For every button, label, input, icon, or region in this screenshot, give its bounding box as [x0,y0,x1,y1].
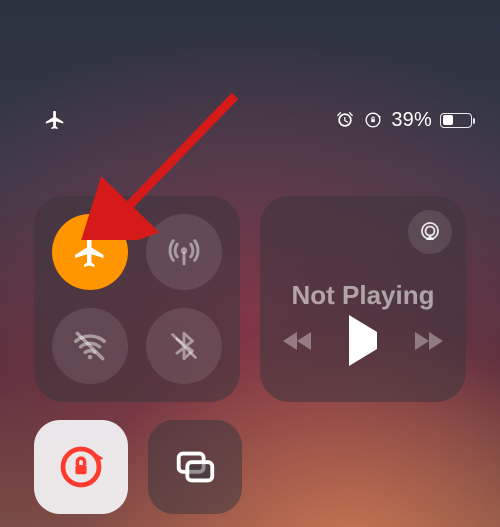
connectivity-tile[interactable] [34,196,240,402]
status-right: 39% [335,109,472,132]
airplay-icon [418,220,442,244]
control-center-panels: Not Playing [34,196,466,402]
battery-icon [440,113,472,128]
orientation-lock-button[interactable] [34,420,128,514]
rewind-button[interactable] [281,329,315,353]
play-icon [349,315,377,366]
battery-fill [443,115,453,125]
bluetooth-button[interactable] [146,308,222,384]
play-button[interactable] [349,332,377,350]
wifi-button[interactable] [52,308,128,384]
media-title: Not Playing [278,280,448,311]
status-bar: 39% [0,105,500,135]
forward-button[interactable] [411,329,445,353]
status-left [44,109,66,131]
airplay-button[interactable] [408,210,452,254]
screen-mirroring-icon [172,444,218,490]
airplane-mode-button[interactable] [52,214,128,290]
rotation-lock-status-icon [363,110,383,130]
airplane-icon [44,109,66,131]
screen-mirroring-button[interactable] [148,420,242,514]
media-tile[interactable]: Not Playing [260,196,466,402]
cellular-data-button[interactable] [146,214,222,290]
battery-percent-text: 39% [391,109,432,132]
bottom-row [34,420,242,514]
alarm-icon [335,110,355,130]
cellular-icon [166,234,202,270]
wifi-off-icon [71,327,109,365]
rotation-lock-icon [57,443,105,491]
media-controls [278,329,448,353]
bluetooth-off-icon [167,329,201,363]
airplane-icon [72,234,108,270]
